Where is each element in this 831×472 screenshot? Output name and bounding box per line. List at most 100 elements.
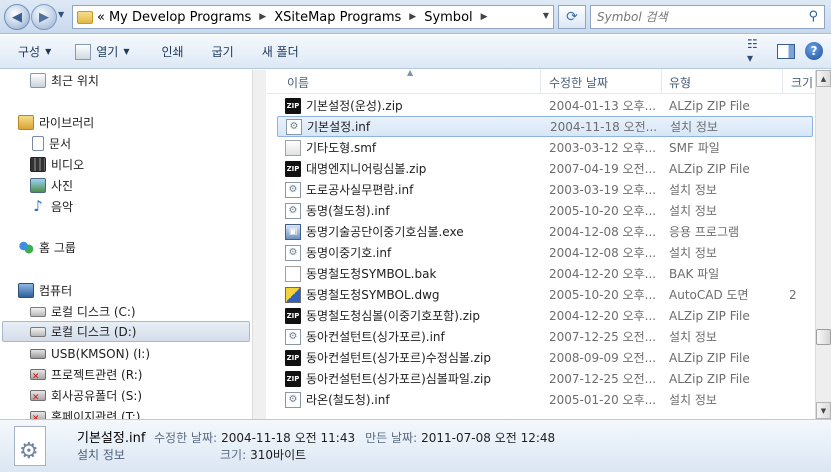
column-divider[interactable] [540,70,541,94]
open-label: 열기 [96,45,119,59]
file-row[interactable]: 동명철도청SYMBOL.bak 2004-12-20 오후... BAK 파일 [277,263,813,284]
forward-button[interactable]: ▶ [31,4,57,30]
print-button[interactable]: 인쇄 [140,43,194,60]
file-name: 동아컨설턴트(싱가포르).inf [306,330,445,344]
nav-label: 로컬 디스크 (C:) [51,305,136,319]
nav-label: 홈페이지관련 (T:) [51,410,141,419]
file-name-cell: 동명철도청SYMBOL.bak [285,265,436,282]
breadcrumb-item[interactable]: Symbol [424,10,472,25]
search-icon[interactable]: ⚲ [808,9,818,24]
created-value: 2011-07-08 오전 12:48 [421,431,556,445]
file-name: 도로공사실무편람.inf [306,183,414,197]
nav-item-libraries[interactable]: 라이브러리 [18,112,94,133]
nav-item-drive-d[interactable]: 로컬 디스크 (D:) [2,321,250,342]
nav-item-recent[interactable]: 최근 위치 [30,70,99,91]
file-date: 2004-01-13 오후... [549,99,657,113]
gear-icon: ⚙ [19,439,39,464]
breadcrumb-separator-icon[interactable]: ▶ [255,12,270,22]
chevron-down-icon: ▼ [123,47,130,56]
file-row[interactable]: ▣ 동명기술공단이중기호심볼.exe 2004-12-08 오후... 응용 프로그램 [277,221,813,242]
nav-item-project[interactable]: 프로젝트관련 (R:) [30,364,142,385]
file-date: 2005-10-20 오후... [549,204,657,218]
file-row[interactable]: ZIP 동아컨설턴트(싱가포르)심볼파일.zip 2007-12-25 오전... A… [277,368,813,389]
new-folder-button[interactable]: 새 폴더 [244,43,309,60]
column-header-name[interactable]: 이름 [281,74,309,91]
file-row[interactable]: ⚙ 동명(철도청).inf 2005-10-20 오후... 설치 정보 [277,200,813,221]
breadcrumb-overflow[interactable]: « [97,10,105,25]
file-name: 동아컨설턴트(싱가포르)심볼파일.zip [306,372,491,386]
file-row[interactable]: ⚙ 라온(철도청).inf 2005-01-20 오후... 설치 정보 [277,389,813,410]
column-header-date[interactable]: 수정한 날짜 [543,74,608,91]
nav-item-homepage[interactable]: 홈페이지관련 (T:) [30,406,140,419]
file-date: 2004-12-08 오후... [549,246,657,260]
breadcrumb-separator-icon[interactable]: ▶ [405,12,420,22]
back-button[interactable]: ◀ [4,4,30,30]
command-toolbar: 구성 ▼ 열기 ▼ 인쇄 굽기 새 폴더 ☷ ▾ ? [0,35,831,69]
search-box[interactable]: ⚲ [590,5,825,29]
address-dropdown-icon[interactable]: ▼ [543,11,549,20]
file-date: 2007-12-25 오전... [549,372,657,386]
column-divider[interactable] [782,70,783,94]
file-row[interactable]: ⚙ 기본설정.inf 2004-11-18 오전... 설치 정보 [277,116,813,137]
breadcrumb-item[interactable]: My Develop Programs [109,10,251,25]
file-type: 응용 프로그램 [669,225,740,239]
music-note-icon: ♪ [33,197,43,215]
file-type: 설치 정보 [669,183,717,197]
recent-pages-dropdown[interactable]: ▼ [58,10,64,19]
column-divider[interactable] [661,70,662,94]
address-bar[interactable]: « My Develop Programs ▶ XSiteMap Program… [72,5,554,29]
nav-scrollbar[interactable] [252,70,266,419]
burn-button[interactable]: 굽기 [194,43,244,60]
nav-item-music[interactable]: ♪ 음악 [30,196,73,217]
view-options-icon[interactable]: ☷ ▾ [747,37,767,65]
zip-icon: ZIP [285,97,301,114]
network-drive-disconnected-icon [30,369,46,382]
details-size: 크기: 310바이트 [220,446,306,463]
file-row[interactable]: ZIP 동명철도청심볼(이중기호포함).zip 2004-12-20 오후... AL… [277,305,813,326]
scroll-thumb[interactable] [816,329,831,345]
navigation-pane: 최근 위치 라이브러리 문서 비디오 사진 ♪ 음악 홈 그룹 컴퓨터 로컬 디… [0,70,266,419]
refresh-button[interactable]: ⟳ [558,5,586,29]
file-row[interactable]: ⚙ 도로공사실무편람.inf 2003-03-19 오후... 설치 정보 [277,179,813,200]
nav-item-homegroup[interactable]: 홈 그룹 [18,237,76,258]
search-input[interactable] [591,6,791,28]
file-row[interactable]: ZIP 기본설정(운성).zip 2004-01-13 오후... ALZip ZIP… [277,95,813,116]
nav-item-drive-c[interactable]: 로컬 디스크 (C:) [30,301,136,322]
file-row[interactable]: ZIP 대명엔지니어링심볼.zip 2007-04-19 오전... ALZip ZI… [277,158,813,179]
drive-icon [30,326,46,337]
file-row[interactable]: ⚙ 동명이중기호.inf 2004-12-08 오후... 설치 정보 [277,242,813,263]
preview-pane-icon[interactable] [777,43,795,59]
modified-label: 수정한 날짜: [154,431,218,445]
file-name-cell: ▣ 동명기술공단이중기호심볼.exe [285,223,464,240]
open-button[interactable]: 열기 ▼ [61,43,139,60]
file-type: 설치 정보 [669,204,717,218]
nav-item-pictures[interactable]: 사진 [30,175,73,196]
nav-item-usb[interactable]: USB(KMSON) (I:) [30,343,150,364]
computer-icon [18,283,34,298]
inf-icon: ⚙ [285,181,301,198]
file-name-cell: ZIP 대명엔지니어링심볼.zip [285,160,426,177]
nav-label: USB(KMSON) (I:) [51,346,151,361]
file-name: 대명엔지니어링심볼.zip [306,162,427,176]
file-type: 설치 정보 [669,330,717,344]
column-header-size[interactable]: 크기 [785,74,813,91]
breadcrumb-item[interactable]: XSiteMap Programs [274,10,401,25]
file-list-scrollbar[interactable]: ▲ ▼ [815,70,831,419]
scroll-up-button[interactable]: ▲ [816,70,831,87]
nav-item-videos[interactable]: 비디오 [30,154,84,175]
help-icon[interactable]: ? [805,42,823,60]
column-header-type[interactable]: 유형 [663,74,691,91]
nav-item-computer[interactable]: 컴퓨터 [18,280,72,301]
file-row[interactable]: 기타도형.smf 2003-03-12 오후... SMF 파일 [277,137,813,158]
file-date: 2008-09-09 오전... [549,351,657,365]
organize-button[interactable]: 구성 ▼ [0,43,61,60]
scroll-down-button[interactable]: ▼ [816,402,831,419]
nav-item-documents[interactable]: 문서 [32,133,71,154]
size-label: 크기: [220,448,247,462]
breadcrumb-separator-icon[interactable]: ▶ [477,12,492,22]
file-row[interactable]: ⚙ 동아컨설턴트(싱가포르).inf 2007-12-25 오전... 설치 정보 [277,326,813,347]
file-name-cell: ⚙ 기본설정.inf [286,118,370,135]
file-row[interactable]: ZIP 동아컨설턴트(싱가포르)수정심볼.zip 2008-09-09 오전... A… [277,347,813,368]
file-row[interactable]: 동명철도청SYMBOL.dwg 2005-10-20 오후... AutoCAD 도… [277,284,813,305]
nav-item-shared[interactable]: 회사공유폴더 (S:) [30,385,142,406]
